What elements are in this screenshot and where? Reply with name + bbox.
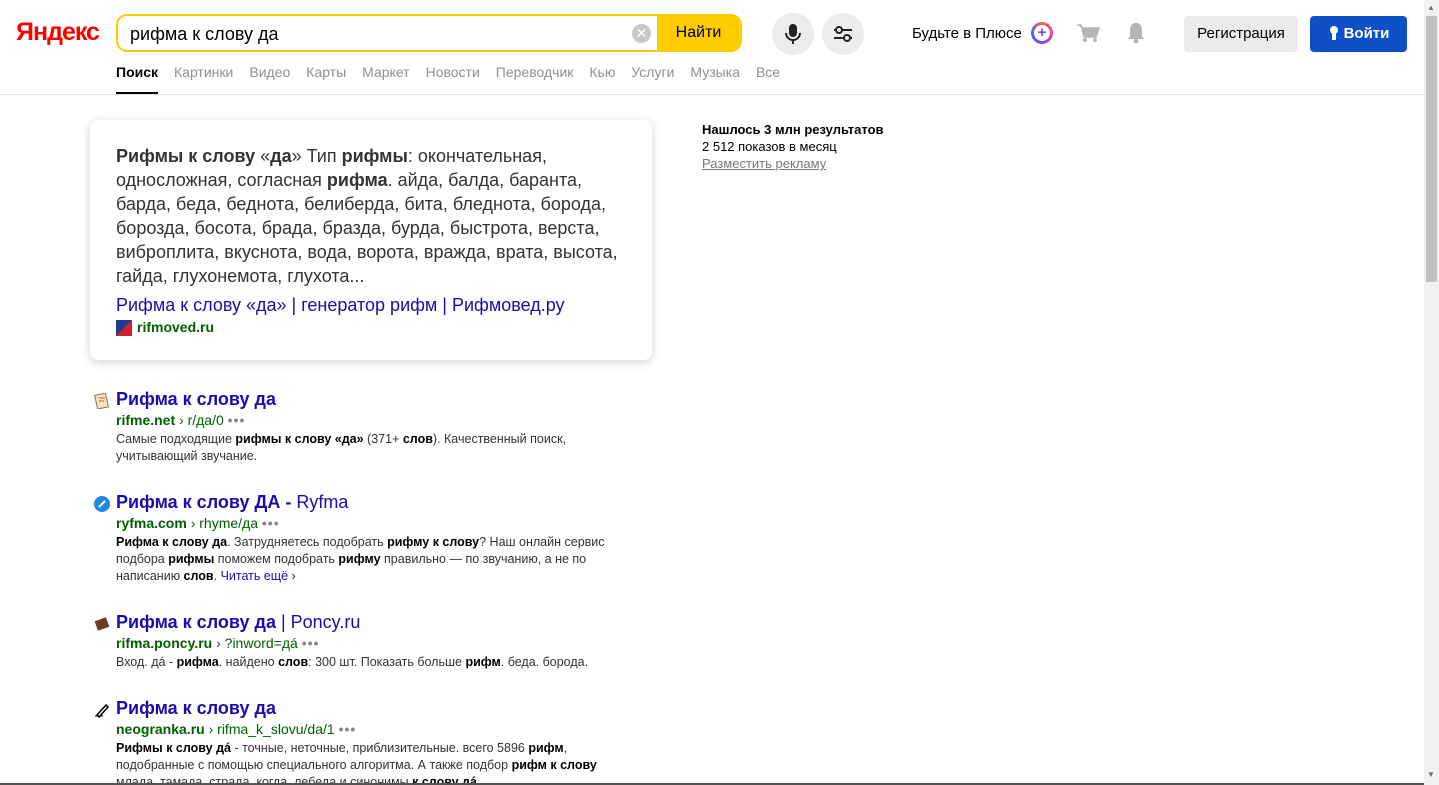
search-input[interactable] [128,16,632,50]
cart-icon[interactable] [1076,23,1100,43]
scroll-down-icon[interactable]: ▼ [1427,770,1435,779]
result-domain[interactable]: rifme.net [116,412,175,428]
login-label: Войти [1343,25,1390,42]
result-path[interactable]: rifma_k_slovu/da/1 [217,721,335,737]
result-path[interactable]: r/да/0 [188,412,224,428]
result-description: Рифмы к слову дá - точные, неточные, при… [116,741,597,785]
yandex-logo[interactable]: Яндекс [16,18,100,47]
tab-search[interactable]: Поиск [116,64,159,94]
find-button[interactable]: Найти [657,16,740,50]
search-result: Рифма к слову да rifme.net › r/да/0 ••• … [90,389,650,469]
pen-favicon-icon [95,703,110,718]
more-dots-icon[interactable]: ••• [228,412,246,428]
result-url[interactable]: neogranka.ru › rifma_k_slovu/da/1 ••• [116,721,356,737]
results-count: Нашлось 3 млн результатов [702,122,884,137]
clear-search-button[interactable]: ✕ [632,24,651,43]
monthly-shows: 2 512 показов в месяц [702,139,837,154]
result-url[interactable]: ryfma.com › rhyme/да ••• [116,515,280,531]
more-dots-icon[interactable]: ••• [302,635,320,651]
result-description: Рифма к слову да. Затрудняетесь подобрат… [116,535,605,583]
plus-promo-text[interactable]: Будьте в Плюсе [912,25,1022,42]
search-tabs: Поиск Картинки Видео Карты Маркет Новост… [116,64,796,94]
tab-translator[interactable]: Переводчик [496,64,574,92]
logo-text: Яндекс [16,18,100,46]
bell-icon[interactable] [1127,22,1145,44]
tab-q[interactable]: Кью [589,64,615,92]
snippet-text: Рифмы к слову «да» Тип рифмы: окончатель… [116,146,618,286]
tab-all[interactable]: Все [756,64,780,92]
tab-maps[interactable]: Карты [306,64,346,92]
result-title[interactable]: Рифма к слову да [116,389,276,410]
user-icon [1329,26,1338,40]
tab-images[interactable]: Картинки [174,64,233,92]
result-domain[interactable]: neogranka.ru [116,721,205,737]
search-result: Рифма к слову ДА - Ryfma ryfma.com › rhy… [90,492,650,592]
snippet-domain[interactable]: rifmoved.ru [137,319,214,335]
header: Яндекс ✕ Найти Будьте в Плюсе + Регистра… [0,0,1424,95]
feather-favicon-icon [94,496,110,512]
login-button[interactable]: Войти [1310,16,1407,52]
scroll-up-icon[interactable]: ▲ [1427,3,1435,12]
search-result: Рифма к слову да neogranka.ru › rifma_k_… [90,698,650,785]
book-favicon-icon [94,617,110,631]
tab-music[interactable]: Музыка [690,64,740,92]
rifmoved-favicon-icon [116,320,132,336]
search-settings-button[interactable] [822,13,864,55]
filters-icon [834,26,852,42]
more-dots-icon[interactable]: ••• [262,515,280,531]
tab-market[interactable]: Маркет [362,64,409,92]
search-box: ✕ Найти [116,14,742,52]
result-path[interactable]: ?inword=дá [225,635,298,651]
result-title[interactable]: Рифма к слову ДА - Ryfma [116,492,348,513]
voice-search-button[interactable] [772,13,814,55]
search-stats: Нашлось 3 млн результатов 2 512 показов … [702,121,884,172]
result-description: Вход. дá - рифма. найдено слов: 300 шт. … [116,655,589,669]
scroll-thumb[interactable] [1426,16,1437,282]
close-icon: ✕ [635,25,648,41]
tab-video[interactable]: Видео [249,64,290,92]
tab-news[interactable]: Новости [426,64,480,92]
register-button[interactable]: Регистрация [1184,16,1298,52]
search-result: Рифма к слову да | Poncy.ru rifma.poncy.… [90,612,650,682]
result-title[interactable]: Рифма к слову да | Poncy.ru [116,612,360,633]
result-domain[interactable]: ryfma.com [116,515,187,531]
result-url[interactable]: rifme.net › r/да/0 ••• [116,412,245,428]
result-domain[interactable]: rifma.poncy.ru [116,635,212,651]
result-url[interactable]: rifma.poncy.ru › ?inword=дá ••• [116,635,319,651]
result-description: Самые подходящие рифмы к слову «да» (371… [116,432,567,463]
snippet-link[interactable]: Рифма к слову «да» | генератор рифм | Ри… [116,295,565,316]
plus-icon[interactable]: + [1031,22,1053,44]
microphone-icon [785,24,801,44]
notebook-favicon-icon [94,393,109,409]
tab-services[interactable]: Услуги [631,64,674,92]
place-ad-link[interactable]: Разместить рекламу [702,156,826,171]
scrollbar[interactable]: ▲ ▼ [1424,0,1439,785]
result-path[interactable]: rhyme/да [199,515,258,531]
result-title[interactable]: Рифма к слову да [116,698,276,719]
more-dots-icon[interactable]: ••• [339,721,357,737]
answer-snippet: Рифмы к слову «да» Тип рифмы: окончатель… [90,120,652,360]
